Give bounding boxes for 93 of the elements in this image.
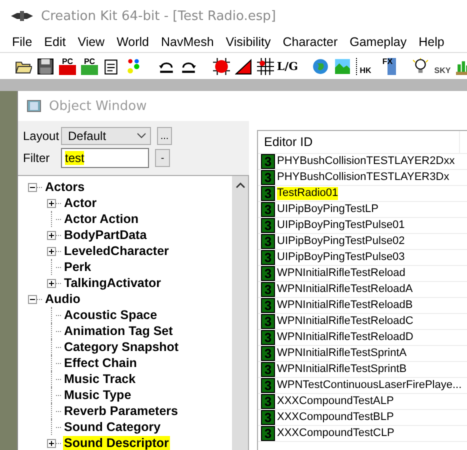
- list-cell[interactable]: WPNInitialRifleTestReloadB: [277, 299, 413, 312]
- status-badge: 3: [261, 362, 275, 377]
- tree-item[interactable]: LeveledCharacter: [63, 244, 170, 258]
- column-header[interactable]: Editor ID: [258, 131, 460, 153]
- list-cell[interactable]: WPNInitialRifleTestReloadD: [277, 331, 414, 344]
- triangle-icon[interactable]: [235, 58, 252, 74]
- expand-icon[interactable]: [47, 278, 56, 288]
- status-badge: 3: [261, 250, 275, 265]
- menu-item[interactable]: Visibility: [220, 35, 277, 49]
- menu-item[interactable]: World: [110, 35, 155, 49]
- list-cell[interactable]: TestRadio01: [277, 187, 338, 200]
- tree-item[interactable]: Audio: [44, 292, 82, 306]
- text-icon[interactable]: L/G: [279, 58, 296, 74]
- list-cell[interactable]: PHYBushCollisionTESTLAYER3Dx: [277, 171, 450, 184]
- tree-item[interactable]: BodyPartData: [63, 228, 148, 242]
- tree-item[interactable]: Actor: [63, 196, 98, 210]
- layout-options-button[interactable]: ...: [157, 127, 172, 145]
- tree-item[interactable]: Animation Tag Set: [63, 324, 174, 338]
- menu-item[interactable]: Gameplay: [344, 35, 413, 49]
- list-cell[interactable]: UIPipBoyPingTestPulse02: [277, 235, 405, 248]
- list-cell[interactable]: PHYBushCollisionTESTLAYER2Dxx: [277, 155, 455, 168]
- app-icon: [11, 11, 33, 21]
- expand-icon[interactable]: [47, 230, 56, 240]
- landscape-icon[interactable]: [334, 58, 351, 74]
- expand-icon[interactable]: [47, 246, 56, 256]
- status-badge: 3: [261, 394, 275, 409]
- status-badge: 3: [261, 298, 275, 313]
- window-title: Creation Kit 64-bit - [Test Radio.esp]: [41, 8, 276, 24]
- list-cell[interactable]: WPNTestContinuousLaserFirePlaye...: [277, 379, 462, 392]
- expand-icon[interactable]: [47, 438, 56, 448]
- list-cell[interactable]: WPNInitialRifleTestReload: [277, 267, 406, 280]
- status-badge: 3: [261, 346, 275, 361]
- tree-item[interactable]: Music Track: [63, 372, 137, 386]
- menu-item[interactable]: NavMesh: [155, 35, 220, 49]
- tree-item[interactable]: Actor Action: [63, 212, 140, 226]
- scroll-up-icon[interactable]: [236, 182, 244, 188]
- tree-item[interactable]: Category Snapshot: [63, 340, 180, 354]
- list-cell[interactable]: UIPipBoyPingTestLP: [277, 203, 378, 216]
- list-cell[interactable]: WPNInitialRifleTestSprintA: [277, 347, 407, 360]
- tree-item[interactable]: Sound Category: [63, 420, 162, 434]
- status-badge: 3: [261, 202, 275, 217]
- menu-item[interactable]: File: [6, 35, 38, 49]
- status-badge: 3: [261, 378, 275, 393]
- window-icon: [27, 100, 41, 112]
- menu-item[interactable]: Edit: [38, 35, 72, 49]
- grid-icon[interactable]: [257, 58, 274, 74]
- chevron-down-icon: [137, 133, 146, 139]
- status-badge: 3: [261, 218, 275, 233]
- grid-dot-icon[interactable]: [213, 58, 230, 74]
- tree-item[interactable]: Actors: [44, 180, 86, 194]
- status-badge: 3: [261, 426, 275, 441]
- tree-item[interactable]: Acoustic Space: [63, 308, 158, 322]
- status-badge: 3: [261, 154, 275, 169]
- tree-item[interactable]: Effect Chain: [63, 356, 138, 370]
- menu-item[interactable]: Character: [276, 35, 344, 49]
- pc-save-icon[interactable]: PC: [59, 58, 76, 74]
- colored-dots-icon[interactable]: [125, 58, 142, 74]
- status-badge: 3: [261, 330, 275, 345]
- status-badge: 3: [261, 266, 275, 281]
- tree-item[interactable]: Perk: [63, 260, 92, 274]
- menu-item[interactable]: View: [72, 35, 111, 49]
- sky-icon[interactable]: SKY: [434, 58, 451, 74]
- status-badge: 3: [261, 282, 275, 297]
- filter-label: Filter: [23, 151, 51, 165]
- tree-item[interactable]: TalkingActivator: [63, 276, 162, 290]
- light-bulb-icon[interactable]: [412, 58, 429, 74]
- pc-globe-icon[interactable]: PC: [81, 58, 98, 74]
- object-window-title: Object Window: [49, 98, 147, 114]
- tree-item[interactable]: Sound Descriptor: [63, 436, 170, 450]
- document-icon[interactable]: [103, 58, 120, 74]
- tree-item[interactable]: Music Type: [63, 388, 132, 402]
- list-cell[interactable]: WPNInitialRifleTestReloadC: [277, 315, 414, 328]
- expand-icon[interactable]: [47, 198, 56, 208]
- list-cell[interactable]: XXXCompoundTestALP: [277, 395, 394, 408]
- list-cell[interactable]: UIPipBoyPingTestPulse01: [277, 219, 405, 232]
- list-cell[interactable]: XXXCompoundTestCLP: [277, 427, 394, 440]
- filter-clear-button[interactable]: -: [155, 149, 170, 167]
- tree-item[interactable]: Reverb Parameters: [63, 404, 179, 418]
- menu-item[interactable]: Help: [412, 35, 450, 49]
- status-badge: 3: [261, 314, 275, 329]
- list-cell[interactable]: WPNInitialRifleTestReloadA: [277, 283, 413, 296]
- layout-dropdown[interactable]: Default: [61, 127, 151, 145]
- status-badge: 3: [261, 410, 275, 425]
- status-badge: 3: [261, 234, 275, 249]
- collapse-icon[interactable]: [28, 182, 37, 192]
- list-cell[interactable]: UIPipBoyPingTestPulse03: [277, 251, 405, 264]
- scrollbar[interactable]: [232, 176, 248, 450]
- status-badge: 3: [261, 170, 275, 185]
- list-cell[interactable]: XXXCompoundTestBLP: [277, 411, 394, 424]
- status-badge: 3: [261, 186, 275, 201]
- globe-icon[interactable]: [312, 58, 329, 74]
- list-cell[interactable]: WPNInitialRifleTestSprintB: [277, 363, 407, 376]
- collapse-icon[interactable]: [28, 294, 37, 304]
